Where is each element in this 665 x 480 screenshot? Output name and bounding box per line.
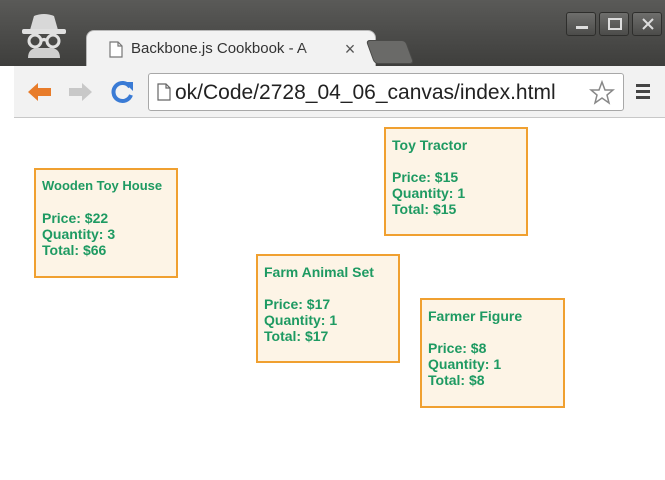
product-price: Price: $22 xyxy=(42,210,109,226)
product-total: Total: $8 xyxy=(428,372,485,388)
product-card[interactable]: Wooden Toy House Price: $22 Quantity: 3 … xyxy=(34,168,178,278)
page-icon xyxy=(109,41,123,58)
browser-toolbar: ok/Code/2728_04_06_canvas/index.html xyxy=(14,66,665,118)
product-price: Price: $8 xyxy=(428,340,487,356)
product-quantity: Quantity: 1 xyxy=(428,356,502,372)
product-card[interactable]: Toy Tractor Price: $15 Quantity: 1 Total… xyxy=(384,127,528,236)
page-canvas: Wooden Toy House Price: $22 Quantity: 3 … xyxy=(14,118,665,480)
reload-icon[interactable] xyxy=(108,78,136,106)
product-quantity: Quantity: 3 xyxy=(42,226,116,242)
product-price: Price: $17 xyxy=(264,296,331,312)
maximize-icon[interactable] xyxy=(599,12,629,36)
browser-window: Backbone.js Cookbook - A × ok/Code/2728_… xyxy=(0,0,665,480)
incognito-icon xyxy=(20,12,68,58)
tab-title: Backbone.js Cookbook - A xyxy=(131,40,307,57)
product-total: Total: $66 xyxy=(42,242,107,258)
browser-tab[interactable]: Backbone.js Cookbook - A × xyxy=(86,30,376,68)
product-name: Farm Animal Set xyxy=(264,264,374,280)
star-icon[interactable] xyxy=(588,79,616,106)
product-card[interactable]: Farm Animal Set Price: $17 Quantity: 1 T… xyxy=(256,254,400,363)
address-bar[interactable]: ok/Code/2728_04_06_canvas/index.html xyxy=(148,73,624,111)
product-total: Total: $15 xyxy=(392,201,457,217)
minimize-icon[interactable] xyxy=(566,12,596,36)
menu-icon[interactable] xyxy=(634,80,652,102)
product-quantity: Quantity: 1 xyxy=(264,312,338,328)
product-name: Farmer Figure xyxy=(428,308,523,324)
window-close-icon[interactable] xyxy=(632,12,662,36)
product-quantity: Quantity: 1 xyxy=(392,185,466,201)
forward-arrow-icon[interactable] xyxy=(66,78,94,106)
page-icon xyxy=(157,83,171,101)
product-price: Price: $15 xyxy=(392,169,459,185)
new-tab-button[interactable] xyxy=(365,40,415,64)
product-total: Total: $17 xyxy=(264,328,329,344)
tab-strip: Backbone.js Cookbook - A × xyxy=(0,0,665,68)
close-icon[interactable]: × xyxy=(339,38,361,60)
url-text[interactable]: ok/Code/2728_04_06_canvas/index.html xyxy=(175,79,585,107)
back-arrow-icon[interactable] xyxy=(26,78,54,106)
product-card[interactable]: Farmer Figure Price: $8 Quantity: 1 Tota… xyxy=(420,298,565,408)
product-name: Wooden Toy House xyxy=(42,178,163,193)
product-name: Toy Tractor xyxy=(392,137,468,153)
window-controls xyxy=(566,12,665,38)
